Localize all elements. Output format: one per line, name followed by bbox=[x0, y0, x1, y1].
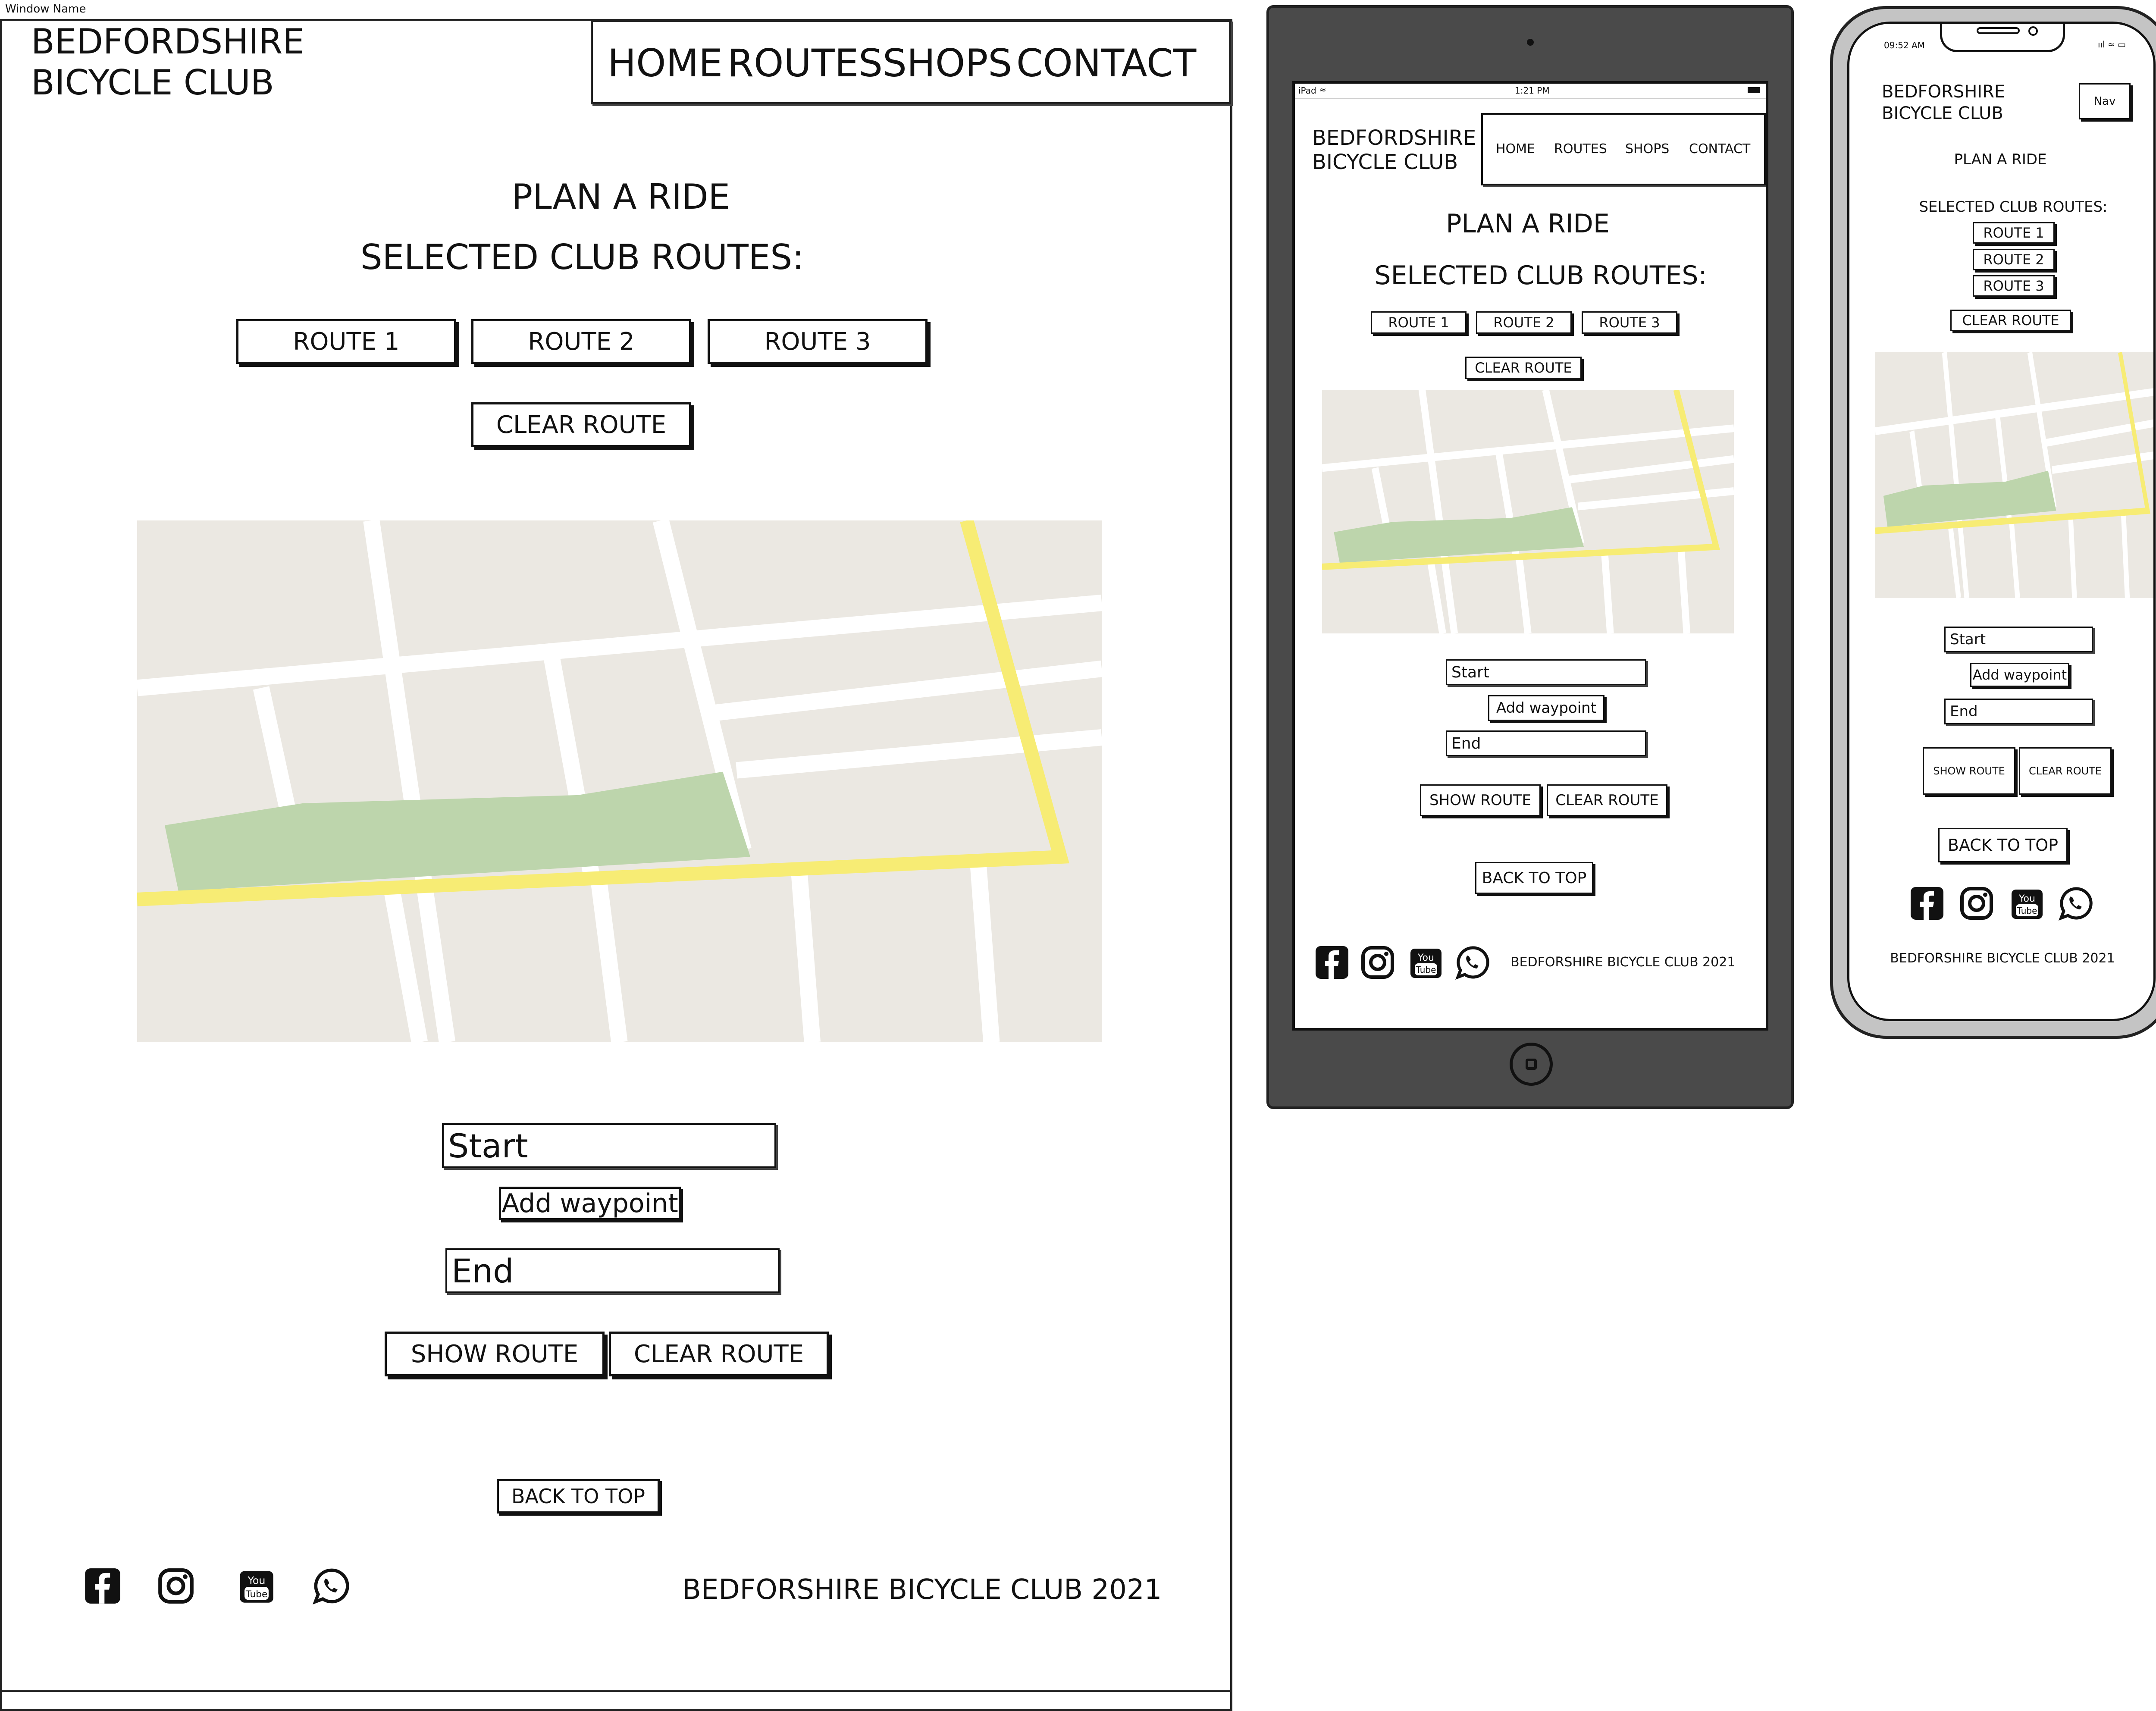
tablet-brand-line2: BICYCLE CLUB bbox=[1312, 150, 1458, 174]
route-1-button[interactable]: ROUTE 1 bbox=[236, 319, 456, 364]
end-input[interactable]: End bbox=[445, 1248, 780, 1293]
tablet-route-2-button[interactable]: ROUTE 2 bbox=[1476, 311, 1572, 334]
phone-brand-line1: BEDFORSHIRE bbox=[1882, 82, 2006, 102]
add-waypoint-button[interactable]: Add waypoint bbox=[499, 1187, 681, 1220]
route-2-button[interactable]: ROUTE 2 bbox=[471, 319, 691, 364]
phone-notch bbox=[1940, 24, 2065, 52]
whatsapp-icon[interactable] bbox=[313, 1567, 350, 1604]
phone-route-3-button[interactable]: ROUTE 3 bbox=[1973, 275, 2055, 297]
nav-home[interactable]: HOME bbox=[608, 41, 723, 85]
tablet-footer-text: BEDFORSHIRE BICYCLE CLUB 2021 bbox=[1510, 955, 1736, 970]
brand-line2: BICYCLE CLUB bbox=[31, 63, 274, 103]
back-to-top-button[interactable]: BACK TO TOP bbox=[497, 1479, 660, 1514]
tablet-clear-route-button-2[interactable]: CLEAR ROUTE bbox=[1547, 784, 1667, 816]
clear-route-button-2[interactable]: CLEAR ROUTE bbox=[609, 1332, 829, 1376]
phone-start-input[interactable]: Start bbox=[1944, 627, 2093, 652]
wifi-icon: ≈ bbox=[1319, 85, 1326, 95]
tablet-heading: PLAN A RIDE bbox=[1446, 209, 1610, 239]
phone-subheading: SELECTED CLUB ROUTES: bbox=[1919, 198, 2108, 216]
clear-route-button[interactable]: CLEAR ROUTE bbox=[471, 402, 691, 447]
nav-shops[interactable]: SHOPS bbox=[883, 41, 1012, 85]
phone-instagram-icon[interactable] bbox=[1959, 886, 1994, 921]
phone-show-route-button[interactable]: SHOW ROUTE bbox=[1923, 747, 2015, 795]
page-subheading: SELECTED CLUB ROUTES: bbox=[360, 237, 804, 277]
desktop-wireframe: Window Name BEDFORDSHIRE BICYCLE CLUB HO… bbox=[0, 0, 1232, 1711]
svg-text:Tube: Tube bbox=[245, 1589, 267, 1600]
phone-nav-button[interactable]: Nav bbox=[2079, 83, 2131, 119]
phone-status-time: 09:52 AM bbox=[1884, 40, 1925, 50]
tablet-route-3-button[interactable]: ROUTE 3 bbox=[1582, 311, 1677, 334]
tablet-nav-contact[interactable]: CONTACT bbox=[1689, 141, 1750, 157]
tablet-whatsapp-icon[interactable] bbox=[1455, 945, 1490, 980]
tablet-status-time: 1:21 PM bbox=[1515, 85, 1550, 96]
svg-text:Tube: Tube bbox=[2017, 906, 2037, 916]
phone-heading: PLAN A RIDE bbox=[1954, 151, 2047, 168]
tablet-camera bbox=[1527, 39, 1534, 46]
phone-brand-line2: BICYCLE CLUB bbox=[1882, 103, 2003, 123]
nav-contact[interactable]: CONTACT bbox=[1016, 41, 1196, 85]
phone-whatsapp-icon[interactable] bbox=[2059, 886, 2093, 921]
phone-footer-text: BEDFORSHIRE BICYCLE CLUB 2021 bbox=[1890, 951, 2115, 966]
instagram-icon[interactable] bbox=[157, 1567, 194, 1604]
brand-line1: BEDFORDSHIRE bbox=[31, 22, 304, 62]
start-input[interactable]: Start bbox=[442, 1123, 776, 1168]
nav-routes[interactable]: ROUTES bbox=[727, 41, 883, 85]
tablet-start-input[interactable]: Start bbox=[1446, 659, 1646, 685]
tablet-screen: iPad ≈ 1:21 PM BEDFORDSHIRE BICYCLE CLUB… bbox=[1292, 81, 1768, 1031]
phone-clear-route-button[interactable]: CLEAR ROUTE bbox=[1950, 310, 2071, 331]
phone-back-to-top-button[interactable]: BACK TO TOP bbox=[1938, 828, 2068, 862]
tablet-subheading: SELECTED CLUB ROUTES: bbox=[1374, 260, 1707, 291]
tablet-nav-bar: HOME ROUTES SHOPS CONTACT bbox=[1481, 113, 1766, 185]
phone-route-1-button[interactable]: ROUTE 1 bbox=[1973, 222, 2055, 244]
tablet-route-1-button[interactable]: ROUTE 1 bbox=[1371, 311, 1467, 334]
svg-text:You: You bbox=[2018, 893, 2035, 904]
tablet-status-bar: iPad ≈ 1:21 PM bbox=[1295, 84, 1766, 99]
tablet-brand-line1: BEDFORDSHIRE bbox=[1312, 126, 1476, 150]
tablet-instagram-icon[interactable] bbox=[1360, 945, 1395, 980]
tablet-facebook-icon[interactable] bbox=[1315, 945, 1349, 980]
svg-text:Tube: Tube bbox=[1416, 965, 1436, 975]
speaker-icon bbox=[1977, 27, 2020, 34]
facebook-icon[interactable] bbox=[84, 1567, 121, 1604]
tablet-add-waypoint-button[interactable]: Add waypoint bbox=[1488, 695, 1604, 721]
footer-text: BEDFORSHIRE BICYCLE CLUB 2021 bbox=[682, 1574, 1162, 1606]
tablet-youtube-icon[interactable]: You Tube bbox=[1409, 945, 1443, 980]
phone-clear-route-button-2[interactable]: CLEAR ROUTE bbox=[2019, 747, 2112, 795]
tablet-nav-routes[interactable]: ROUTES bbox=[1554, 141, 1607, 157]
tablet-show-route-button[interactable]: SHOW ROUTE bbox=[1420, 784, 1541, 816]
battery-icon bbox=[1748, 87, 1760, 93]
svg-text:You: You bbox=[1417, 953, 1434, 963]
svg-text:You: You bbox=[248, 1575, 266, 1587]
nav-bar: HOME ROUTES SHOPS CONTACT bbox=[591, 20, 1231, 104]
tablet-clear-route-button[interactable]: CLEAR ROUTE bbox=[1465, 357, 1582, 379]
window-bottom-bar bbox=[0, 1690, 1232, 1692]
tablet-status-device: iPad bbox=[1298, 85, 1316, 96]
tablet-back-to-top-button[interactable]: BACK TO TOP bbox=[1475, 862, 1593, 894]
window-title: Window Name bbox=[5, 3, 86, 16]
phone-facebook-icon[interactable] bbox=[1910, 886, 1944, 921]
window-titlebar: Window Name bbox=[0, 0, 1232, 21]
youtube-icon[interactable]: You Tube bbox=[238, 1567, 275, 1604]
tablet-nav-home[interactable]: HOME bbox=[1496, 141, 1535, 157]
page-heading: PLAN A RIDE bbox=[511, 177, 730, 217]
phone-end-input[interactable]: End bbox=[1944, 699, 2093, 724]
tablet-nav-shops[interactable]: SHOPS bbox=[1625, 141, 1669, 157]
phone-route-map[interactable] bbox=[1875, 352, 2156, 598]
tablet-route-map[interactable] bbox=[1322, 390, 1734, 633]
phone-route-2-button[interactable]: ROUTE 2 bbox=[1973, 249, 2055, 270]
show-route-button[interactable]: SHOW ROUTE bbox=[385, 1332, 605, 1376]
home-button[interactable] bbox=[1510, 1043, 1553, 1086]
phone-add-waypoint-button[interactable]: Add waypoint bbox=[1970, 663, 2069, 687]
route-3-button[interactable]: ROUTE 3 bbox=[708, 319, 928, 364]
route-map[interactable] bbox=[137, 520, 1102, 1042]
front-camera-icon bbox=[2028, 26, 2038, 36]
phone-screen: 09:52 AM ııl ≈ ▭ BEDFORSHIRE BICYCLE CLU… bbox=[1847, 22, 2156, 1021]
phone-signal-icon: ııl ≈ ▭ bbox=[2098, 39, 2126, 50]
phone-youtube-icon[interactable]: You Tube bbox=[2010, 886, 2044, 921]
tablet-end-input[interactable]: End bbox=[1446, 730, 1646, 756]
